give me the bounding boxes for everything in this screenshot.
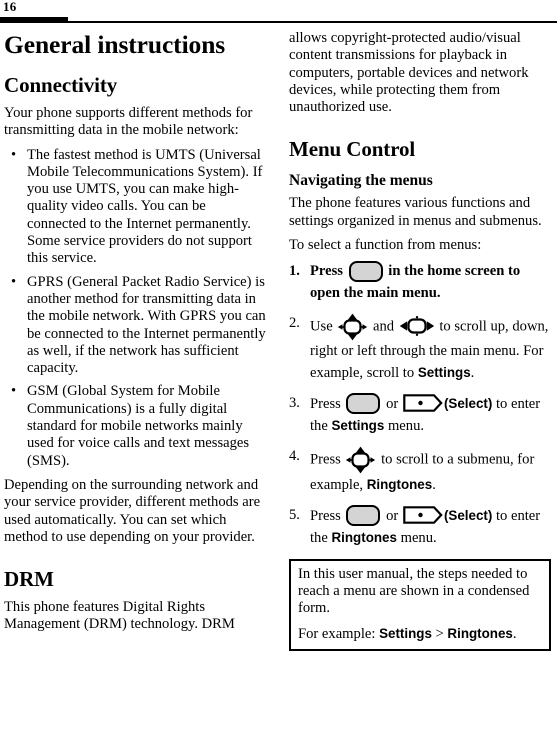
- nav-key-vertical-icon: [345, 446, 376, 474]
- step-text: menu.: [384, 417, 425, 434]
- note-box-text: In this user manual, the steps needed to…: [298, 565, 530, 617]
- header-rule-thin: [0, 21, 557, 23]
- menu-control-paragraph-1: The phone features various functions and…: [289, 195, 542, 229]
- step-text: Press: [310, 507, 345, 524]
- menu-navigation-step: 5. Press or (Select) to enter the Rington…: [289, 504, 551, 549]
- step-text: Press: [310, 263, 347, 280]
- chapter-title: General instructions: [4, 30, 226, 59]
- section-heading-menu-control: Menu Control: [289, 137, 416, 162]
- note-box-example: For example: Settings > Ringtones.: [298, 625, 542, 643]
- manual-page: 16 General instructions Connectivity You…: [0, 0, 557, 749]
- step-number: 5.: [289, 506, 300, 523]
- note-box: In this user manual, the steps needed to…: [289, 558, 551, 652]
- list-item: • GSM (Global System for Mobile Communic…: [4, 383, 266, 469]
- ui-term: Ringtones: [366, 476, 433, 492]
- nav-key-vertical-icon: [337, 313, 368, 341]
- bullet-dot-icon: •: [11, 146, 17, 163]
- left-column: General instructions Connectivity Your p…: [4, 30, 266, 641]
- section-heading-drm: DRM: [4, 567, 54, 592]
- note-example-menu-ringtones: Ringtones: [447, 625, 513, 641]
- ui-term: Settings: [417, 364, 471, 380]
- menu-control-paragraph-2: To select a function from menus:: [289, 237, 482, 254]
- page-number: 16: [3, 0, 17, 14]
- menu-key-icon: [346, 504, 381, 526]
- menu-key-icon: [346, 392, 381, 414]
- step-text: and: [369, 317, 398, 334]
- note-example-menu-settings: Settings: [379, 625, 432, 641]
- step-text: .: [432, 476, 436, 493]
- connectivity-bullet-list: • The fastest method is UMTS (Universal …: [4, 147, 266, 470]
- connectivity-intro-paragraph: Your phone supports different methods fo…: [4, 105, 253, 139]
- ui-term: Settings: [331, 417, 385, 433]
- menu-navigation-step: 4. Press to scroll to a submenu, for exam…: [289, 446, 551, 496]
- note-example-prefix: For example:: [298, 625, 380, 642]
- step-number: 2.: [289, 314, 300, 331]
- subsection-heading-navigating-the-menus: Navigating the menus: [289, 172, 433, 190]
- list-item: • GPRS (General Packet Radio Service) is…: [4, 274, 266, 378]
- list-item-text: GPRS (General Packet Radio Service) is a…: [27, 273, 266, 377]
- list-item-text: GSM (Global System for Mobile Communicat…: [27, 383, 250, 469]
- connectivity-closing-paragraph: Depending on the surrounding network and…: [4, 476, 261, 545]
- ui-term: Ringtones: [331, 529, 397, 545]
- nav-key-horizontal-icon: [399, 314, 435, 338]
- menu-key-icon: [348, 260, 383, 282]
- ui-term: (Select): [443, 395, 493, 411]
- list-item: • The fastest method is UMTS (Universal …: [4, 147, 266, 268]
- step-number: 3.: [289, 394, 300, 411]
- menu-navigation-step: 1. Press in the home screen to open the m…: [289, 260, 551, 303]
- page-header: 16: [0, 0, 557, 24]
- drm-paragraph-continued: allows copyright-protected audio/visual …: [289, 30, 529, 116]
- step-text: Press: [310, 395, 345, 412]
- bullet-dot-icon: •: [11, 383, 17, 400]
- menu-navigation-steps: 1. Press in the home screen to open the m…: [289, 260, 551, 549]
- step-text: or: [382, 507, 402, 524]
- menu-navigation-step: 2. Use and to scroll up, down, right or l…: [289, 313, 551, 384]
- step-text: or: [382, 395, 402, 412]
- step-number: 4.: [289, 447, 300, 464]
- soft-key-icon: [403, 394, 443, 412]
- step-text: Use: [310, 317, 337, 334]
- list-item-text: The fastest method is UMTS (Universal Mo…: [27, 146, 263, 267]
- note-example-suffix: .: [512, 625, 517, 642]
- menu-navigation-step: 3. Press or (Select) to enter the Setting…: [289, 392, 551, 437]
- note-example-separator: >: [431, 625, 448, 642]
- right-column: allows copyright-protected audio/visual …: [289, 30, 551, 652]
- drm-paragraph: This phone features Digital Rights Manag…: [4, 599, 235, 633]
- step-number: 1.: [289, 263, 300, 280]
- step-text: menu.: [396, 529, 437, 546]
- section-heading-connectivity: Connectivity: [4, 73, 118, 97]
- ui-term: (Select): [443, 507, 493, 523]
- header-rule-thick: [0, 17, 68, 22]
- step-text: Press: [310, 451, 345, 468]
- bullet-dot-icon: •: [11, 273, 17, 290]
- soft-key-icon: [403, 506, 443, 525]
- step-text: .: [470, 364, 475, 381]
